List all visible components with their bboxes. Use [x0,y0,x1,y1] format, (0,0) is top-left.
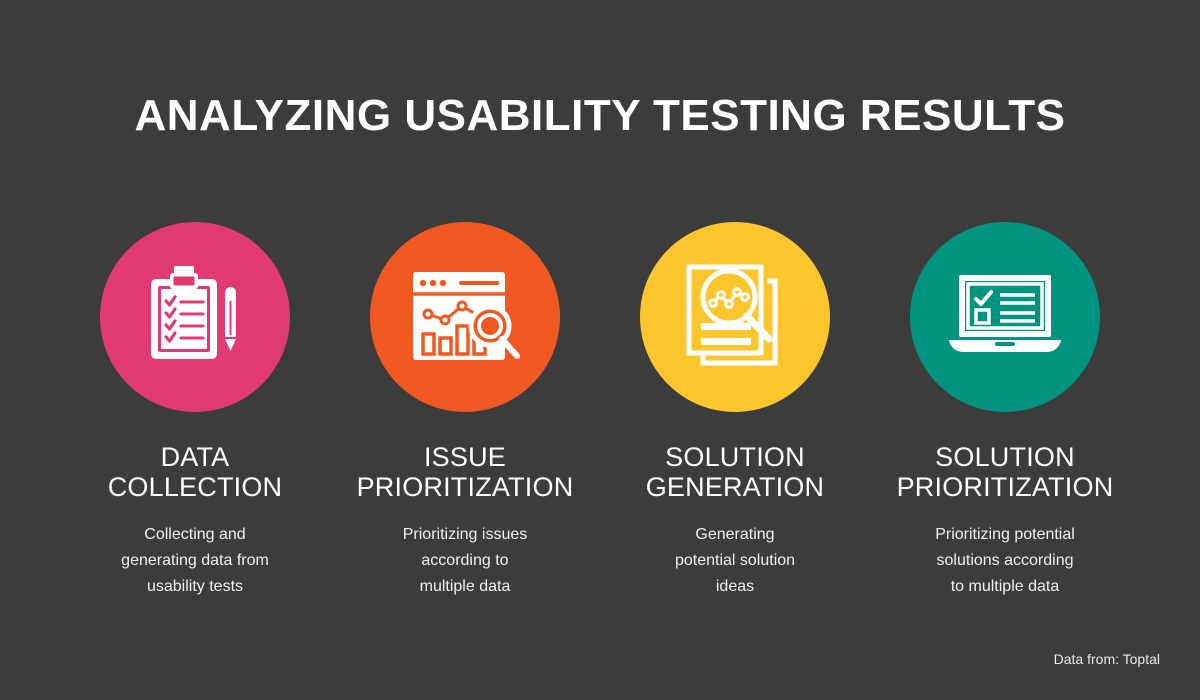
page-title: ANALYZING USABILITY TESTING RESULTS [134,91,1066,140]
attribution-text: Data from: Toptal [1053,651,1160,667]
step-column-data-collection: DATA COLLECTION Collecting and generatin… [60,222,330,599]
step-title-data-collection: DATA COLLECTION [107,442,283,503]
icon-circle-issue-prioritization [370,222,560,412]
step-column-solution-generation: SOLUTION GENERATION Generating potential… [600,222,870,599]
step-description-solution-prioritization: Prioritizing potential solutions accordi… [935,526,1075,595]
step-description-issue-prioritization: Prioritizing issues according to multipl… [402,526,528,595]
step-title-issue-prioritization: ISSUE PRIORITIZATION [356,442,574,503]
documents-magnifier-chart-icon [679,259,791,375]
step-title-solution-generation: SOLUTION GENERATION [645,442,825,503]
step-description-data-collection: Collecting and generating data from usab… [121,526,269,595]
step-description-solution-generation: Generating potential solution ideas [674,526,796,595]
step-column-solution-prioritization: SOLUTION PRIORITIZATION Prioritizing pot… [870,222,1140,599]
browser-analytics-magnifier-icon [407,264,523,370]
steps-row: DATA COLLECTION Collecting and generatin… [60,222,1140,599]
step-column-issue-prioritization: ISSUE PRIORITIZATION Prioritizing issues… [330,222,600,599]
clipboard-checklist-pencil-icon [139,261,251,373]
icon-circle-solution-prioritization [910,222,1100,412]
icon-circle-solution-generation [640,222,830,412]
icon-circle-data-collection [100,222,290,412]
laptop-checklist-icon [945,270,1065,364]
step-title-solution-prioritization: SOLUTION PRIORITIZATION [896,442,1114,503]
infographic-canvas: ANALYZING USABILITY TESTING RESULTS DATA… [0,0,1200,700]
